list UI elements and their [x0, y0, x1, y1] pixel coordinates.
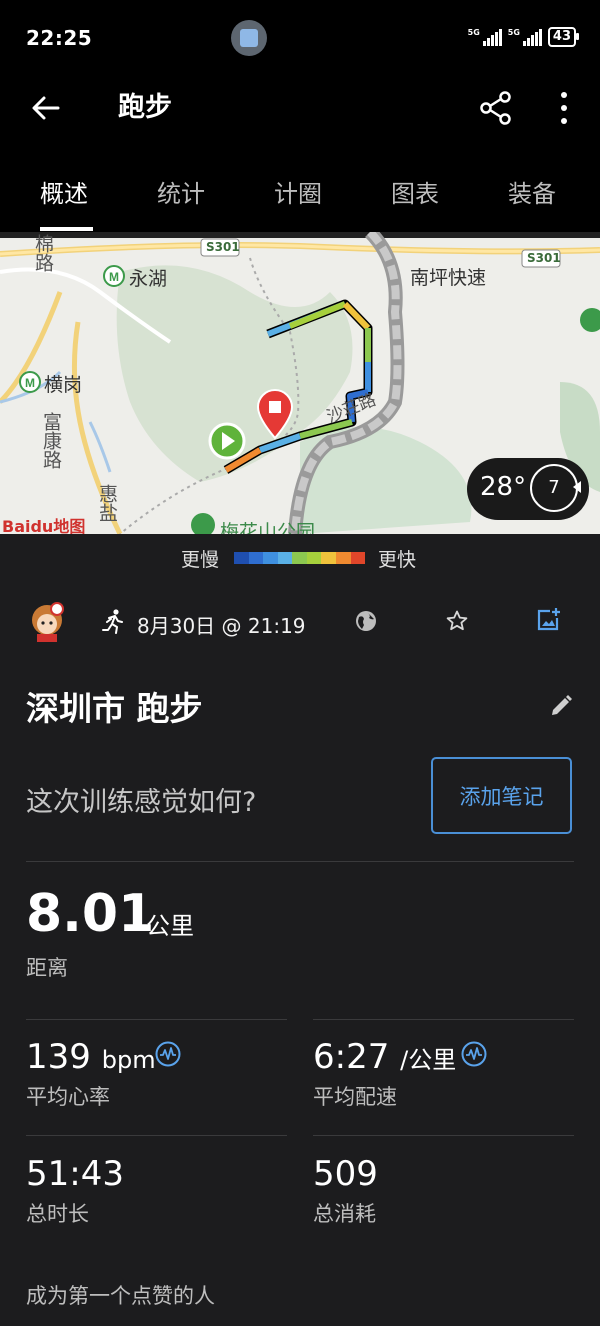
tab-gear[interactable]: 装备 [508, 174, 556, 209]
star-icon[interactable] [445, 609, 469, 633]
likes-text[interactable]: 成为第一个点赞的人 [26, 1280, 215, 1310]
status-icons: 5G 5G 43 [468, 27, 580, 47]
map-label: 富康路 [40, 412, 62, 469]
heart-rate-zone-icon[interactable] [155, 1041, 181, 1067]
distance-label: 距离 [26, 956, 68, 980]
avatar-icon [32, 602, 64, 642]
route-map[interactable]: M M S301 S301 永湖 南坪快速 棉路 横岗 富康路 惠盐 沙荘路 梅… [0, 232, 600, 534]
legend-fast-label: 更快 [378, 549, 417, 571]
add-note-button[interactable]: 添加笔记 [431, 757, 572, 834]
share-icon [480, 91, 511, 125]
pace-color-swatch [292, 552, 307, 564]
map-label: 惠盐 [96, 484, 118, 522]
pace-color-scale [234, 552, 366, 564]
map-label: 横岗 [44, 374, 83, 396]
pace-color-swatch [335, 552, 351, 564]
map-label: 南坪快速 [410, 267, 487, 289]
wind-direction-icon [573, 481, 581, 493]
duration-label: 总时长 [26, 1202, 89, 1226]
wind-icon: 7 [530, 464, 581, 512]
baidu-map-logo: Baidu地图 [2, 517, 86, 534]
avatar[interactable] [28, 600, 66, 642]
notification-icon [231, 20, 267, 56]
start-marker-icon [208, 422, 246, 460]
avg-pace-unit: /公里 [400, 1046, 457, 1074]
tab-stats[interactable]: 统计 [157, 174, 205, 209]
pace-color-swatch [263, 552, 278, 564]
distance-value: 8.01 [26, 884, 155, 944]
pace-legend: 更慢 更快 [0, 534, 600, 578]
running-icon [100, 608, 126, 634]
signal-icon-2: 5G [508, 28, 542, 46]
battery-icon: 43 [547, 27, 580, 47]
avg-pace-value: 6:27 [313, 1037, 390, 1077]
pace-color-swatch [306, 552, 322, 564]
divider [26, 1019, 287, 1020]
wind-speed: 7 [548, 477, 560, 498]
tab-charts[interactable]: 图表 [391, 174, 439, 209]
svg-text:M: M [25, 376, 35, 390]
map-label: S301 [527, 251, 561, 265]
status-time: 22:25 [26, 26, 93, 50]
activity-meta-row: 8月30日 @ 21:19 [0, 598, 600, 648]
activity-title: 深圳市 跑步 [26, 689, 203, 728]
globe-icon[interactable] [354, 609, 378, 633]
divider [313, 1135, 574, 1136]
back-button[interactable] [28, 90, 64, 126]
map-label: 棉路 [32, 234, 54, 272]
calories-label: 总消耗 [313, 1202, 376, 1226]
more-vertical-icon [561, 92, 567, 124]
distance-unit: 公里 [146, 912, 194, 940]
temperature: 28° [480, 472, 527, 502]
avg-pace-block: 6:27 /公里 [313, 1036, 456, 1081]
avg-hr-value: 139 [26, 1037, 91, 1077]
share-button[interactable] [476, 88, 516, 128]
add-photo-icon[interactable] [535, 607, 561, 633]
pace-color-swatch [277, 552, 293, 564]
duration-value: 51:43 [26, 1154, 124, 1194]
avg-hr-unit: bpm [101, 1046, 156, 1074]
legend-slow-label: 更慢 [181, 549, 220, 571]
active-tab-indicator [40, 227, 93, 231]
feel-question: 这次训练感觉如何? [26, 787, 257, 818]
pace-color-swatch [350, 552, 366, 564]
page-title: 跑步 [118, 92, 172, 123]
pace-color-swatch [248, 552, 264, 564]
map-label: 永湖 [129, 268, 168, 290]
tab-overview[interactable]: 概述 [40, 174, 88, 209]
divider [26, 1135, 287, 1136]
pace-color-swatch [234, 552, 249, 564]
arrow-left-icon [32, 96, 60, 120]
activity-date: 8月30日 @ 21:19 [137, 614, 306, 638]
app-bar: 跑步 [0, 78, 600, 152]
avg-pace-label: 平均配速 [313, 1085, 397, 1109]
divider [313, 1019, 574, 1020]
avg-hr-label: 平均心率 [26, 1085, 110, 1109]
map-label: 梅花山公园 [220, 521, 316, 534]
pace-zone-icon[interactable] [461, 1041, 487, 1067]
avg-hr-block: 139 bpm [26, 1036, 156, 1081]
svg-text:M: M [109, 270, 119, 284]
signal-icon: 5G [468, 28, 502, 46]
tab-bar: 概述 统计 计圈 图表 装备 [0, 152, 600, 232]
calories-value: 509 [313, 1154, 378, 1194]
more-options-button[interactable] [548, 88, 580, 128]
pace-color-swatch [321, 552, 336, 564]
edit-icon[interactable] [548, 693, 574, 719]
tab-laps[interactable]: 计圈 [274, 174, 322, 209]
weather-badge[interactable]: 28° 7 [467, 458, 589, 520]
divider [26, 861, 574, 862]
map-label: S301 [206, 240, 240, 254]
status-bar: 22:25 5G 5G 43 [0, 0, 600, 78]
